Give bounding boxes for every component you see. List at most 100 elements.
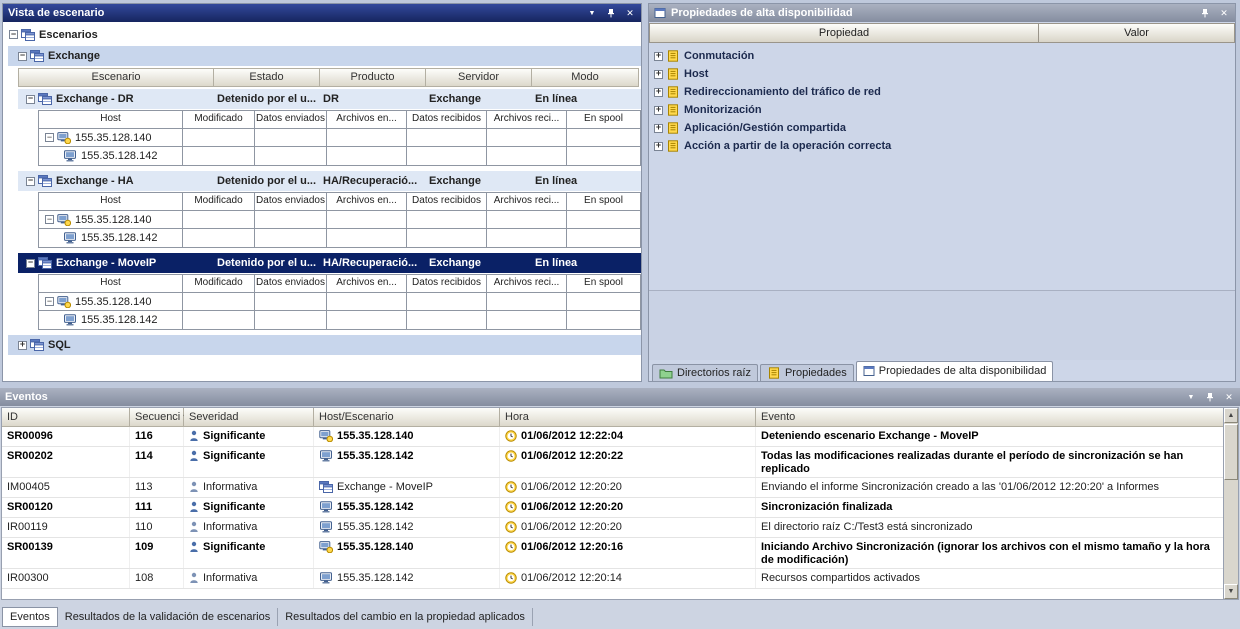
host-col-datos-enviados[interactable]: Datos enviados [255,275,327,293]
host-col-datos-recibidos[interactable]: Datos recibidos [407,193,487,211]
collapse-icon[interactable] [26,259,35,268]
host-row[interactable]: 155.35.128.140 [39,293,640,311]
chevron-down-icon[interactable] [585,6,599,20]
close-icon[interactable] [623,6,637,20]
event-row[interactable]: SR00202 114 Significante 155.35.128.142 … [2,447,1223,478]
host-col-modificado[interactable]: Modificado [183,193,255,211]
property-item-accion-operacion[interactable]: Acción a partir de la operación correcta [649,137,1235,155]
column-header-escenario[interactable]: Escenario [18,68,214,87]
host-col-modificado[interactable]: Modificado [183,111,255,129]
pin-icon[interactable] [1203,390,1217,404]
collapse-icon[interactable] [26,177,35,186]
host-row[interactable]: 155.35.128.142 [39,147,640,165]
severity-person-icon [189,501,199,513]
tab-eventos[interactable]: Eventos [2,607,58,627]
column-header-severidad[interactable]: Severidad [184,408,314,427]
column-header-host-escenario[interactable]: Host/Escenario [314,408,500,427]
column-header-propiedad[interactable]: Propiedad [649,23,1039,43]
column-header-id[interactable]: ID [2,408,130,427]
event-row[interactable]: IR00119 110 Informativa 155.35.128.142 0… [2,518,1223,538]
event-row[interactable]: SR00139 109 Significante 155.35.128.140 … [2,538,1223,569]
collapse-icon[interactable] [45,215,54,224]
property-item-monitorizacion[interactable]: Monitorización [649,101,1235,119]
panel-title: Vista de escenario [8,7,580,19]
scroll-down-icon[interactable]: ▼ [1224,584,1238,599]
tab-resultados-validacion[interactable]: Resultados de la validación de escenario… [58,608,278,626]
tab-label: Directorios raíz [677,367,751,379]
expand-icon[interactable] [654,106,663,115]
event-row[interactable]: SR00096 116 Significante 155.35.128.140 … [2,427,1223,447]
column-header-producto[interactable]: Producto [320,68,426,87]
host-col-modificado[interactable]: Modificado [183,275,255,293]
expand-icon[interactable] [18,341,27,350]
host-row[interactable]: 155.35.128.142 [39,229,640,247]
scroll-thumb[interactable] [1224,424,1238,480]
host-col-archivos-rec[interactable]: Archivos reci... [487,193,567,211]
property-item-aplicacion-gestion[interactable]: Aplicación/Gestión compartida [649,119,1235,137]
expand-icon[interactable] [654,124,663,133]
scenario-estado: Detenido por el u... [214,257,320,269]
collapse-icon[interactable] [26,95,35,104]
host-row[interactable]: 155.35.128.140 [39,211,640,229]
close-icon[interactable] [1217,6,1231,20]
column-header-evento[interactable]: Evento [756,408,1223,427]
collapse-icon[interactable] [45,297,54,306]
host-col-host[interactable]: Host [39,275,183,293]
event-row[interactable]: IR00300 108 Informativa 155.35.128.142 0… [2,569,1223,589]
column-header-modo[interactable]: Modo [532,68,639,87]
chevron-down-icon[interactable] [1184,390,1198,404]
column-header-estado[interactable]: Estado [214,68,320,87]
tree-root-escenarios[interactable]: Escenarios [3,25,641,44]
expand-icon[interactable] [654,142,663,151]
host-col-archivos-rec[interactable]: Archivos reci... [487,275,567,293]
column-header-secuencia[interactable]: Secuenci [130,408,184,427]
vertical-scrollbar[interactable]: ▲ ▼ [1223,408,1238,599]
event-row[interactable]: IM00405 113 Informativa Exchange - MoveI… [2,478,1223,498]
host-col-datos-recibidos[interactable]: Datos recibidos [407,275,487,293]
expand-icon[interactable] [654,52,663,61]
tab-resultados-cambio-propiedad[interactable]: Resultados del cambio en la propiedad ap… [278,608,533,626]
host-col-en-spool[interactable]: En spool [567,275,640,293]
collapse-icon[interactable] [45,133,54,142]
expand-icon[interactable] [654,88,663,97]
scenario-row-exchange-ha[interactable]: Exchange - HA Detenido por el u... HA/Re… [18,171,641,191]
host-col-archivos-env[interactable]: Archivos en... [327,275,407,293]
host-col-en-spool[interactable]: En spool [567,193,640,211]
host-col-archivos-env[interactable]: Archivos en... [327,111,407,129]
scroll-up-icon[interactable]: ▲ [1224,408,1238,423]
group-row-sql[interactable]: SQL [8,335,641,355]
column-header-valor[interactable]: Valor [1039,23,1235,43]
host-row[interactable]: 155.35.128.142 [39,311,640,329]
event-host: 155.35.128.140 [314,427,500,446]
pin-icon[interactable] [604,6,618,20]
tab-directorios-raiz[interactable]: Directorios raíz [652,364,758,381]
property-item-redireccionamiento[interactable]: Redireccionamiento del tráfico de red [649,83,1235,101]
collapse-icon[interactable] [9,30,18,39]
pin-icon[interactable] [1198,6,1212,20]
host-col-host[interactable]: Host [39,111,183,129]
host-col-datos-enviados[interactable]: Datos enviados [255,111,327,129]
host-col-archivos-env[interactable]: Archivos en... [327,193,407,211]
column-header-hora[interactable]: Hora [500,408,756,427]
properties-description-pane [649,290,1235,360]
scenario-row-exchange-dr[interactable]: Exchange - DR Detenido por el u... DR Ex… [18,89,641,109]
group-row-exchange[interactable]: Exchange [8,46,641,66]
host-col-datos-enviados[interactable]: Datos enviados [255,193,327,211]
close-icon[interactable] [1222,390,1236,404]
property-item-host[interactable]: Host [649,65,1235,83]
tab-propiedades[interactable]: Propiedades [760,364,854,381]
host-col-datos-recibidos[interactable]: Datos recibidos [407,111,487,129]
host-table-header: Host Modificado Datos enviados Archivos … [39,111,640,129]
host-row[interactable]: 155.35.128.140 [39,129,640,147]
column-header-servidor[interactable]: Servidor [426,68,532,87]
scenario-row-exchange-moveip[interactable]: Exchange - MoveIP Detenido por el u... H… [18,253,641,273]
host-col-en-spool[interactable]: En spool [567,111,640,129]
collapse-icon[interactable] [18,52,27,61]
events-table: ID Secuenci Severidad Host/Escenario Hor… [1,407,1239,600]
expand-icon[interactable] [654,70,663,79]
host-col-archivos-rec[interactable]: Archivos reci... [487,111,567,129]
tab-propiedades-alta-disponibilidad[interactable]: Propiedades de alta disponibilidad [856,361,1054,381]
host-col-host[interactable]: Host [39,193,183,211]
property-item-conmutacion[interactable]: Conmutación [649,47,1235,65]
event-row[interactable]: SR00120 111 Significante 155.35.128.142 … [2,498,1223,518]
